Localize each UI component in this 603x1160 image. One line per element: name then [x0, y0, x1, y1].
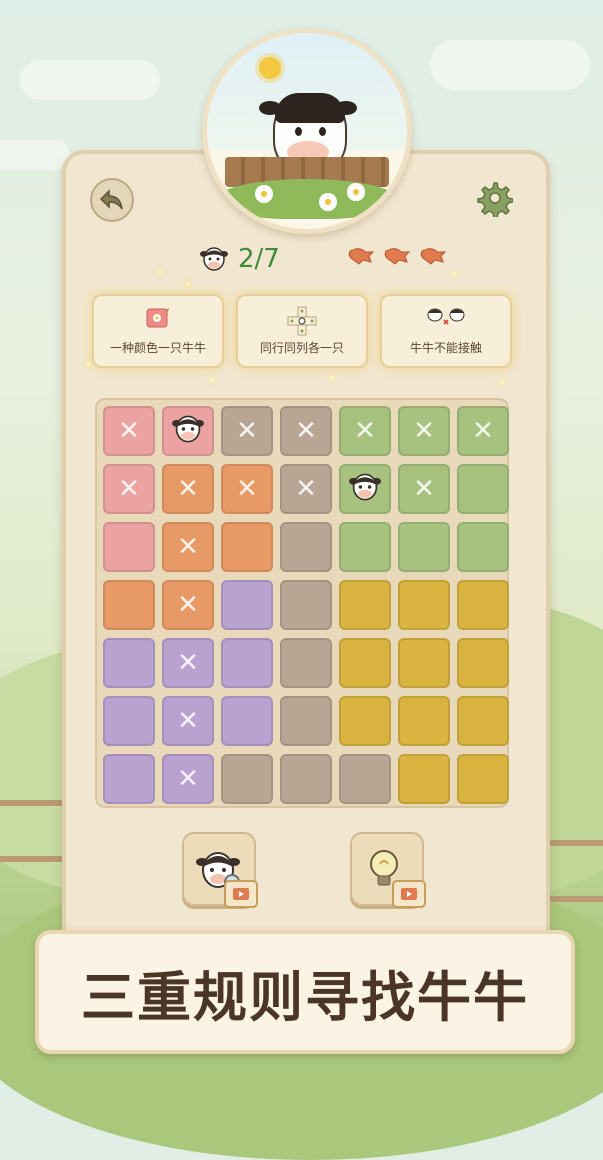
board-cell[interactable]	[398, 580, 450, 630]
bulb-hint-button[interactable]	[350, 832, 426, 908]
board-cell[interactable]: ✕	[162, 580, 214, 630]
board-cell[interactable]	[339, 696, 391, 746]
game-board: ✕ ✕ ✕ ✕ ✕ ✕ ✕ ✕ ✕ ✕ ✕ ✕ ✕ ✕ ✕ ✕	[95, 398, 509, 808]
board-cell[interactable]	[339, 754, 391, 804]
banner-title: 三重规则寻找牛牛	[81, 965, 529, 1029]
board-cell[interactable]	[103, 754, 155, 804]
rule-label: 一种颜色一只牛牛	[109, 341, 206, 355]
board-cell[interactable]: ✕	[221, 464, 273, 514]
back-arrow-icon	[99, 189, 123, 210]
board-cell[interactable]	[221, 696, 273, 746]
board-cell[interactable]: ✕	[162, 522, 214, 572]
board-cell[interactable]: ✕	[162, 638, 214, 688]
board-cell[interactable]	[398, 754, 450, 804]
cows-no-touch-icon	[427, 308, 465, 325]
settings-button[interactable]	[474, 178, 514, 218]
cross-mark-icon: ✕	[118, 416, 140, 446]
board-cell[interactable]: ✕	[162, 754, 214, 804]
cross-mark-icon: ✕	[177, 648, 199, 678]
board-cell[interactable]	[457, 464, 509, 514]
heart-icon	[420, 248, 447, 265]
board-cell[interactable]: ✕	[221, 406, 273, 456]
board-cell[interactable]: ✕	[398, 406, 450, 456]
cross-mark-icon: ✕	[472, 416, 494, 446]
board-cell[interactable]: ✕	[103, 406, 155, 456]
cross-mark-icon: ✕	[413, 416, 435, 446]
cross-mark-icon: ✕	[236, 416, 258, 446]
rule-card-row-column[interactable]: 同行同列各一只	[236, 294, 368, 368]
board-cell[interactable]: ✕	[103, 464, 155, 514]
board-cell[interactable]	[162, 406, 214, 456]
board-cell[interactable]	[103, 696, 155, 746]
video-ad-icon	[392, 880, 426, 908]
board-cell[interactable]	[280, 696, 332, 746]
board-cell[interactable]: ✕	[280, 464, 332, 514]
board-cell[interactable]	[339, 464, 391, 514]
board-cell[interactable]	[221, 638, 273, 688]
rules-bar: 一种颜色一只牛牛 同行同列各一只 牛牛不能接触	[92, 294, 512, 368]
sun-icon	[259, 57, 281, 79]
board-cell[interactable]	[339, 580, 391, 630]
board-cell[interactable]: ✕	[398, 464, 450, 514]
cross-mark-icon: ✕	[118, 474, 140, 504]
board-cell[interactable]: ✕	[457, 406, 509, 456]
rule-label: 同行同列各一只	[259, 341, 344, 355]
cow-icon	[349, 472, 381, 506]
board-cell[interactable]	[280, 522, 332, 572]
cross-mark-icon: ✕	[295, 416, 317, 446]
heart-icon	[348, 248, 375, 265]
board-cell[interactable]	[221, 580, 273, 630]
cross-mark-icon: ✕	[236, 474, 258, 504]
board-cell[interactable]	[457, 638, 509, 688]
cross-mark-icon: ✕	[177, 532, 199, 562]
cow-logo-badge	[202, 28, 412, 234]
back-button[interactable]	[90, 178, 134, 222]
progress-counter: 2/7	[238, 244, 280, 274]
cow-icon	[172, 414, 204, 448]
board-cell[interactable]	[398, 522, 450, 572]
rule-label: 牛牛不能接触	[409, 341, 482, 355]
board-cell[interactable]	[221, 522, 273, 572]
board-cell[interactable]	[103, 580, 155, 630]
board-cell[interactable]	[103, 522, 155, 572]
board-cell[interactable]	[457, 696, 509, 746]
cow-hint-button[interactable]	[182, 832, 258, 908]
board-cell[interactable]	[339, 638, 391, 688]
board-cell[interactable]	[280, 754, 332, 804]
board-cell[interactable]	[280, 638, 332, 688]
cow-icon	[200, 247, 228, 271]
board-cell[interactable]	[457, 754, 509, 804]
rule-card-color[interactable]: 一种颜色一只牛牛	[92, 294, 224, 368]
heart-icon	[384, 248, 411, 265]
cross-mark-icon: ✕	[177, 764, 199, 794]
promo-banner: 三重规则寻找牛牛	[35, 930, 575, 1054]
board-cell[interactable]	[280, 580, 332, 630]
board-cell[interactable]: ✕	[162, 696, 214, 746]
cow-progress: 2/7	[200, 244, 280, 274]
board-cell[interactable]	[398, 696, 450, 746]
lives-indicator	[347, 246, 447, 266]
cross-mark-icon: ✕	[177, 474, 199, 504]
board-cell[interactable]	[103, 638, 155, 688]
board-cell[interactable]	[457, 580, 509, 630]
cross-mark-icon: ✕	[354, 416, 376, 446]
rule-card-no-touch[interactable]: 牛牛不能接触	[380, 294, 512, 368]
video-ad-icon	[224, 880, 258, 908]
board-cell[interactable]	[457, 522, 509, 572]
board-cell[interactable]: ✕	[339, 406, 391, 456]
board-cell[interactable]: ✕	[280, 406, 332, 456]
cross-mark-icon: ✕	[295, 474, 317, 504]
cross-mark-icon: ✕	[177, 706, 199, 736]
board-cell[interactable]	[221, 754, 273, 804]
cross-mark-icon: ✕	[177, 590, 199, 620]
flower-tile-icon	[146, 308, 169, 328]
board-cell[interactable]: ✕	[162, 464, 214, 514]
gear-icon	[477, 182, 513, 217]
board-cell[interactable]	[339, 522, 391, 572]
row-column-icon	[287, 306, 317, 336]
cross-mark-icon: ✕	[413, 474, 435, 504]
board-cell[interactable]	[398, 638, 450, 688]
